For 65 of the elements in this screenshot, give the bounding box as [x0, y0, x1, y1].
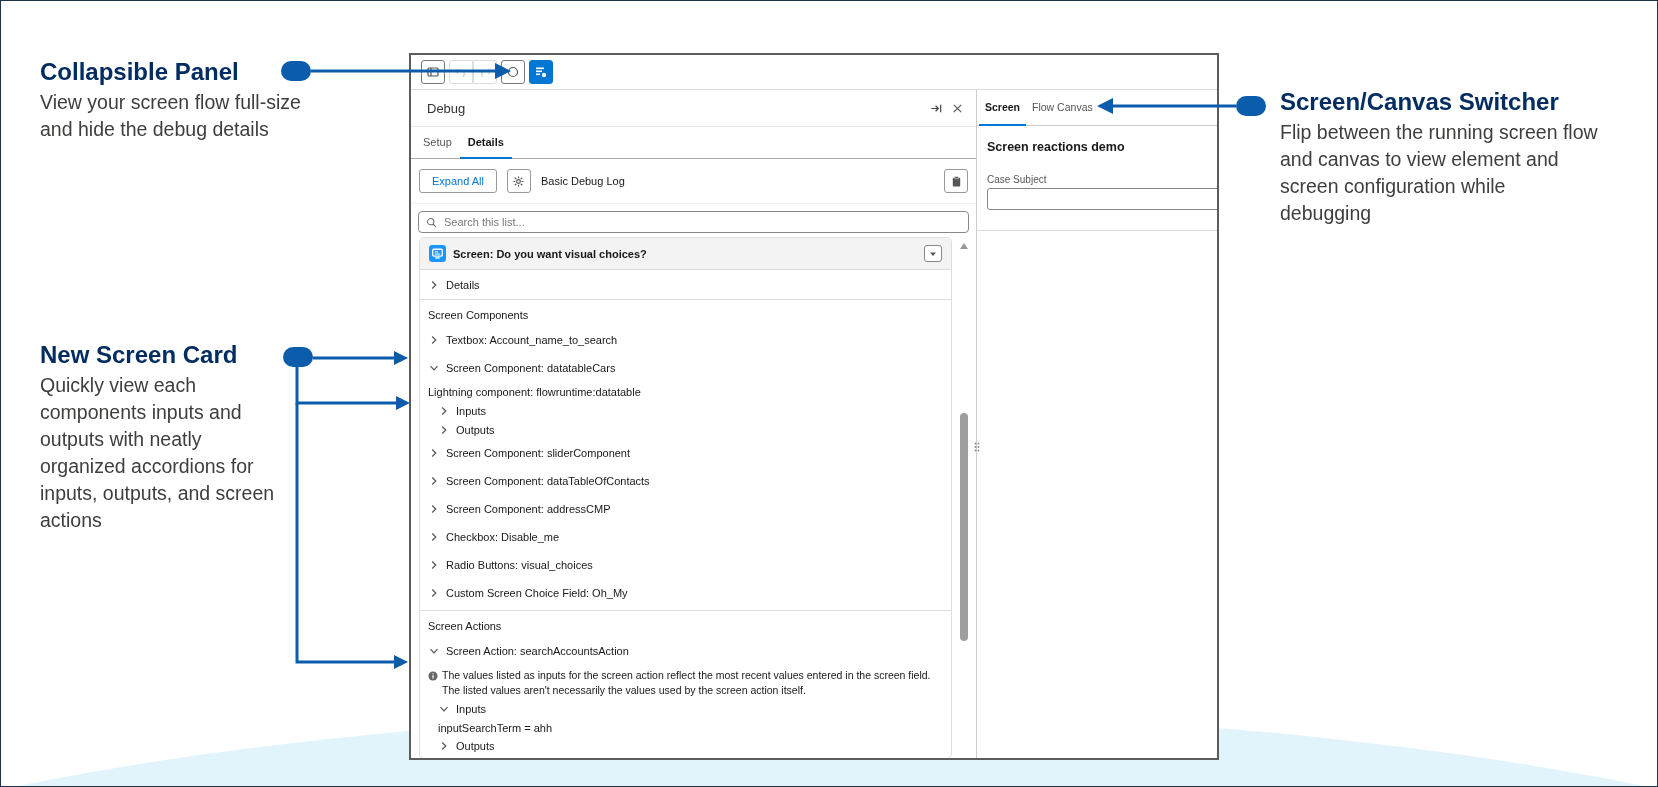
- callout-text: Flip between the running screen flow and canvas to view element and screen configuration while debugging: [1280, 120, 1598, 226]
- tab[interactable]: Flow Canvas: [1026, 90, 1099, 126]
- gear-icon: [512, 174, 526, 188]
- callout-title: Collapsible Panel: [40, 57, 239, 87]
- callout-title: Screen/Canvas Switcher: [1280, 87, 1559, 117]
- clipboard-button[interactable]: [944, 169, 968, 193]
- tab[interactable]: Screen: [979, 90, 1027, 126]
- search-icon: [426, 216, 437, 228]
- field-label: Case Subject: [987, 174, 1048, 185]
- chevron-right-icon[interactable]: [439, 424, 449, 435]
- accordion-item[interactable]: Inputs: [420, 700, 951, 719]
- toolbar-button[interactable]: [501, 60, 525, 84]
- case-subject-field[interactable]: [987, 188, 1217, 210]
- chevron-right-icon[interactable]: [429, 504, 439, 514]
- accordion-item[interactable]: Inputs: [420, 402, 951, 421]
- accordion-item[interactable]: Screen Component: dataTableOfContacts: [420, 467, 951, 495]
- screen-title: Screen reactions demo: [987, 140, 1126, 154]
- info-note: The values listed as inputs for the screen action reflect the most recent values entered in the screen field. The listed values aren't necessarily the values used by the screen action itself.: [442, 668, 932, 698]
- callout-text: View your screen flow full-size and hide the debug details: [40, 90, 302, 142]
- panel-title: Debug: [427, 100, 467, 116]
- resize-handle[interactable]: [974, 442, 980, 452]
- scrollbar-thumb[interactable]: [960, 413, 968, 641]
- chevron-right-icon[interactable]: [439, 406, 449, 417]
- accordion-item[interactable]: Screen Component: addressCMP: [420, 495, 951, 523]
- list-gear-icon: [534, 65, 548, 79]
- section-heading: Screen Actions: [427, 619, 503, 634]
- dropdown-button[interactable]: [924, 245, 942, 262]
- layout-icon: [426, 65, 440, 79]
- info-icon: [428, 670, 438, 681]
- input-value: inputSearchTerm = ahh: [437, 720, 554, 736]
- tab[interactable]: Setup: [415, 127, 460, 159]
- accordion-item[interactable]: Radio Buttons: visual_choices: [420, 551, 951, 579]
- chevron-right-icon[interactable]: [429, 588, 439, 598]
- circle-icon: [506, 65, 520, 79]
- scroll-up-icon[interactable]: [959, 242, 969, 250]
- component-type: Lightning component: flowruntime:datatable: [427, 385, 642, 400]
- accordion-item[interactable]: Screen Component: sliderComponent: [420, 439, 951, 467]
- chevron-down-icon[interactable]: [429, 646, 439, 656]
- debug-panel-button[interactable]: [529, 60, 553, 84]
- callout-text: Quickly view each components inputs and outputs with neatly organized accordions for inputs, outputs, and screen actions: [40, 373, 276, 533]
- accordion-item[interactable]: Screen Action: searchAccountsAction: [420, 637, 951, 665]
- section-heading: Screen Components: [427, 308, 530, 323]
- chevron-right-icon[interactable]: [439, 740, 449, 751]
- chevron-right-icon[interactable]: [429, 532, 439, 542]
- tab[interactable]: Details: [459, 127, 512, 159]
- screen-icon: [429, 245, 446, 262]
- accordion-item[interactable]: Details: [420, 270, 951, 300]
- chevron-right-icon[interactable]: [429, 279, 439, 290]
- card-title: Screen: Do you want visual choices?: [453, 247, 648, 260]
- chevron-down-icon[interactable]: [429, 363, 439, 373]
- chevron-right-icon[interactable]: [429, 335, 439, 345]
- callout-title: New Screen Card: [40, 340, 238, 370]
- debug-log-level: Basic Debug Log: [541, 175, 625, 187]
- search-field[interactable]: Search this list...: [418, 211, 969, 233]
- accordion-item[interactable]: Custom Screen Choice Field: Oh_My: [420, 579, 951, 607]
- accordion-item[interactable]: Screen Component: datatableCars: [420, 354, 951, 382]
- chevron-right-icon[interactable]: [429, 448, 439, 458]
- chevron-right-icon[interactable]: [429, 560, 439, 570]
- settings-button[interactable]: [507, 169, 531, 193]
- expand-all-button[interactable]: Expand All: [419, 169, 497, 193]
- accordion-item[interactable]: Checkbox: Disable_me: [420, 523, 951, 551]
- accordion-item[interactable]: Outputs: [420, 736, 951, 755]
- chevron-right-icon[interactable]: [429, 476, 439, 486]
- accordion-item[interactable]: Textbox: Account_name_to_search: [420, 326, 951, 354]
- accordion-item[interactable]: Outputs: [420, 420, 951, 439]
